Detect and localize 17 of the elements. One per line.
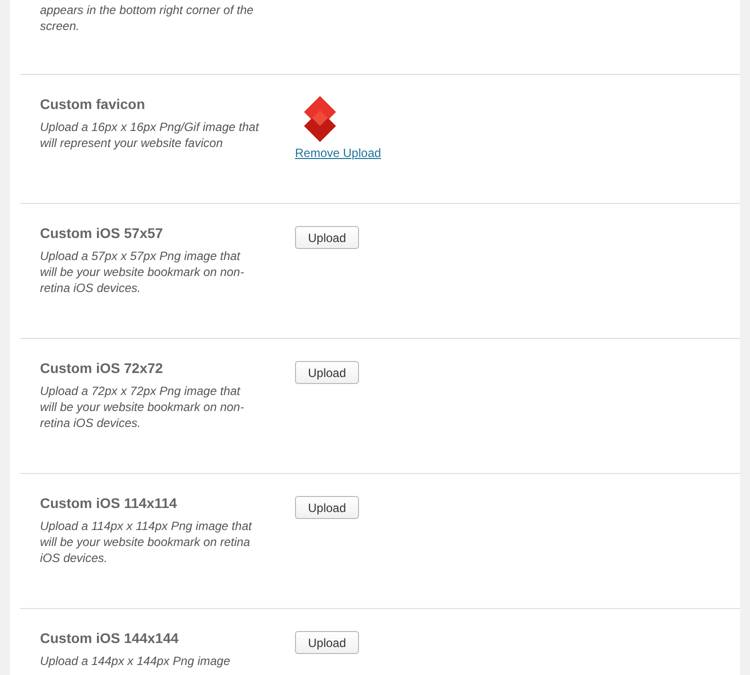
remove-upload-link[interactable]: Remove Upload — [295, 146, 382, 160]
upload-button[interactable]: Upload — [295, 496, 360, 519]
setting-description: Upload a 144px x 144px Png image — [40, 653, 232, 669]
setting-description: appears in the bottom right corner of the screen. — [40, 2, 254, 34]
setting-title: Custom iOS 72x72 — [40, 359, 164, 377]
setting-title: Custom favicon — [40, 95, 146, 113]
setting-description: Upload a 16px x 16px Png/Gif image that will represent your website favicon — [40, 119, 260, 151]
setting-title: Custom iOS 114x114 — [40, 494, 178, 512]
upload-button[interactable]: Upload — [295, 226, 360, 249]
upload-button[interactable]: Upload — [295, 361, 360, 384]
setting-description: Upload a 72px x 72px Png image that will be your website bookmark on non-retina iOS devices. — [40, 383, 246, 431]
favicon-preview-icon — [303, 95, 337, 143]
setting-title: Custom iOS 57x57 — [40, 224, 164, 242]
setting-title: Custom iOS 144x144 — [40, 629, 180, 647]
upload-button[interactable]: Upload — [295, 631, 360, 654]
setting-description: Upload a 114px x 114px Png image that will be your website bookmark on retina iOS devices. — [40, 518, 253, 566]
setting-description: Upload a 57px x 57px Png image that will be your website bookmark on non-retina iOS devices. — [40, 248, 246, 296]
